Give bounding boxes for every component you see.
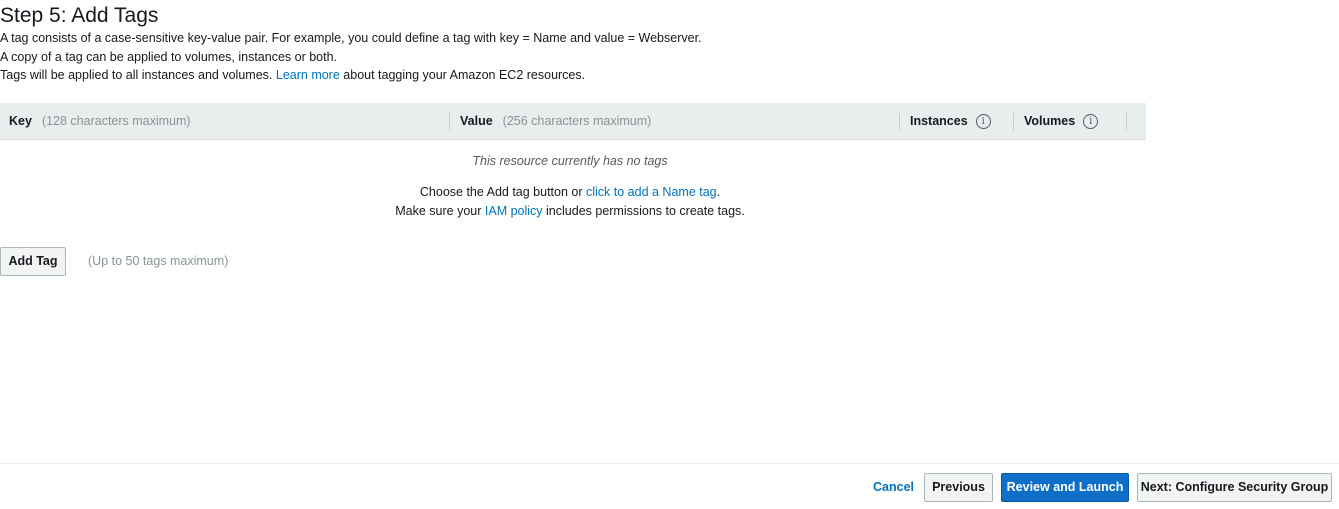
apply-text-post: about tagging your Amazon EC2 resources.	[343, 68, 586, 82]
iam-policy-instruction: Make sure your IAM policy includes permi…	[0, 204, 1140, 218]
key-label: Key	[9, 114, 32, 128]
instances-label: Instances	[910, 114, 968, 128]
key-column-header: Key (128 characters maximum)	[9, 103, 191, 140]
column-divider	[1013, 113, 1014, 131]
column-divider	[449, 113, 450, 131]
cancel-link[interactable]: Cancel	[873, 480, 914, 494]
add-tag-button[interactable]: Add Tag	[0, 247, 66, 276]
info-icon[interactable]: i	[1083, 114, 1099, 130]
next-configure-security-group-button[interactable]: Next: Configure Security Group	[1137, 473, 1332, 502]
add-tag-limit-hint: (Up to 50 tags maximum)	[88, 254, 229, 268]
previous-button[interactable]: Previous	[924, 473, 993, 502]
tag-apply-description: Tags will be applied to all instances an…	[0, 67, 585, 83]
policy-text: Make sure your	[395, 204, 482, 218]
choose-text: Choose the Add tag button or	[419, 185, 583, 199]
add-tag-instruction: Choose the Add tag button or click to ad…	[0, 185, 1140, 199]
value-hint: (256 characters maximum)	[502, 114, 652, 128]
footer-divider	[0, 463, 1339, 464]
policy-text-post: includes permissions to create tags.	[546, 204, 745, 218]
choose-period: .	[716, 185, 721, 199]
tag-copy-description: A copy of a tag can be applied to volume…	[0, 50, 338, 64]
learn-more-link[interactable]: Learn more	[276, 68, 340, 82]
volumes-column-header: Volumes i	[1024, 103, 1099, 140]
add-tags-page: Step 5: Add Tags A tag consists of a cas…	[0, 0, 1339, 509]
add-name-tag-link[interactable]: click to add a Name tag	[586, 185, 717, 199]
column-divider	[1126, 113, 1127, 131]
page-title: Step 5: Add Tags	[0, 4, 159, 27]
value-column-header: Value (256 characters maximum)	[460, 103, 651, 140]
apply-text: Tags will be applied to all instances an…	[0, 68, 273, 82]
value-label: Value	[460, 114, 493, 128]
tags-table-header: Key (128 characters maximum) Value (256 ch…	[0, 103, 1146, 140]
volumes-label: Volumes	[1024, 114, 1076, 128]
info-icon[interactable]: i	[975, 114, 991, 130]
review-and-launch-button[interactable]: Review and Launch	[1001, 473, 1129, 502]
tag-description: A tag consists of a case-sensitive key-v…	[0, 31, 702, 45]
no-tags-message: This resource currently has no tags	[472, 154, 668, 168]
iam-policy-link[interactable]: IAM policy	[485, 204, 543, 218]
instances-column-header: Instances i	[910, 103, 991, 140]
column-divider	[899, 113, 900, 131]
key-hint: (128 characters maximum)	[41, 114, 191, 128]
